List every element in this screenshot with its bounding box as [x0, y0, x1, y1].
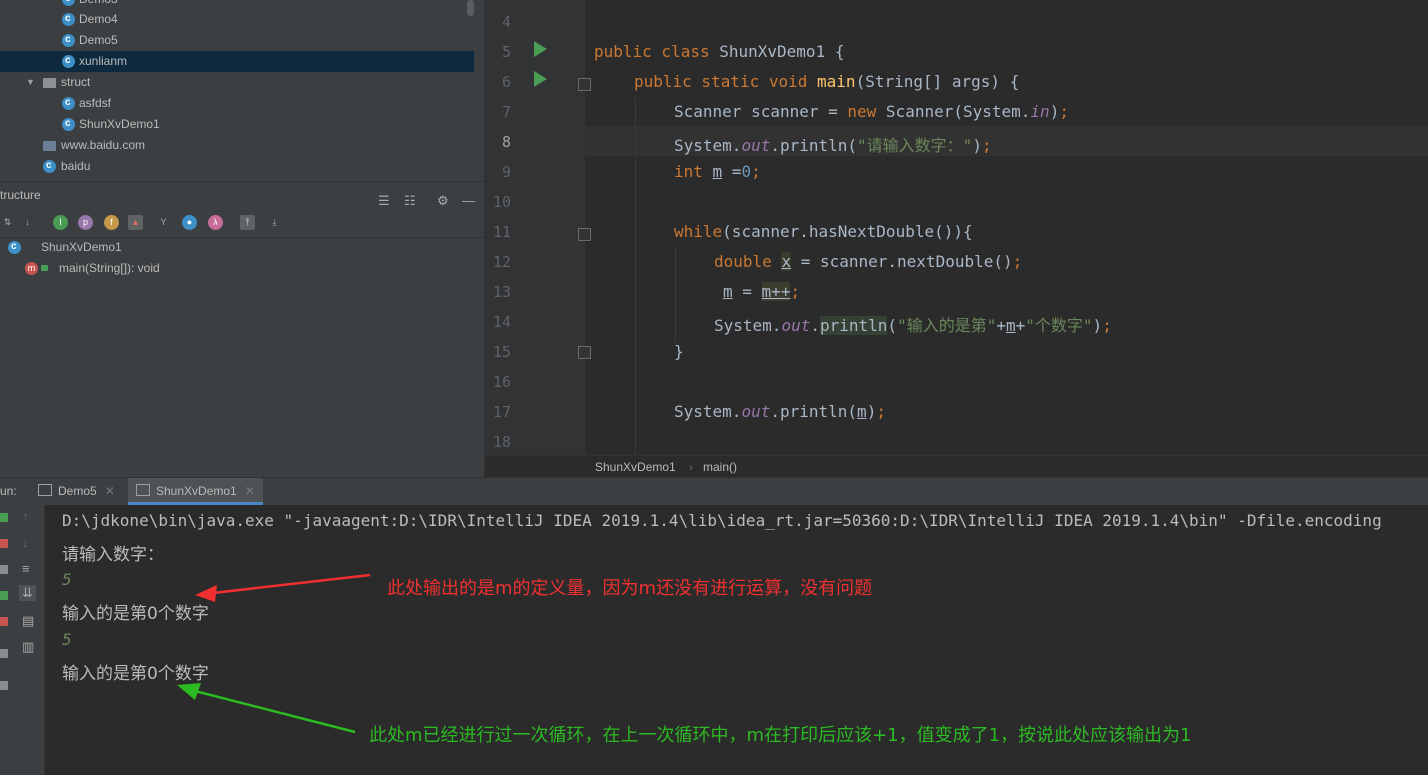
class-icon: [62, 8, 75, 29]
fold-marker-icon[interactable]: [578, 346, 591, 359]
structure-toolbar: ⇅ ↓ I p f ▲ Y ● λ ⤒ ⤓: [0, 209, 484, 238]
breadcrumb-method[interactable]: main(): [703, 456, 737, 478]
lambda-tree-icon[interactable]: Y: [156, 215, 171, 230]
scroll-to-end-icon[interactable]: ⇊: [19, 585, 36, 601]
properties-icon[interactable]: p: [78, 215, 93, 230]
print-icon[interactable]: ▤: [22, 613, 34, 629]
close-icon[interactable]: ✕: [105, 484, 115, 498]
red-arrow-line: [212, 573, 371, 595]
autoscroll-to-source-icon[interactable]: ⤒: [240, 215, 255, 230]
class-icon: [62, 50, 75, 71]
folder-icon: [43, 78, 56, 88]
tree-scrollbar[interactable]: [467, 0, 474, 16]
structure-item-method[interactable]: m main(String[]): void: [25, 258, 225, 279]
tree-item-folder[interactable]: ▼ struct: [0, 72, 474, 93]
code-line-5[interactable]: public class ShunXvDemo1 {: [594, 42, 844, 61]
indent-guide: [675, 247, 676, 343]
structure-panel: tructure ☰ ☷ ⚙ — ⇅ ↓ I p f ▲ Y ● λ ⤒ ⤓ S…: [0, 181, 484, 478]
class-icon: [62, 29, 75, 50]
run-main-icon[interactable]: [534, 71, 547, 87]
console-toolbar: ↑ ↓ ≡ ⇊ ▤ ▥: [13, 505, 45, 775]
breadcrumb-class[interactable]: ShunXvDemo1: [595, 456, 676, 478]
run-tab-bar: un: Demo5 ✕ ShunXvDemo1 ✕: [0, 477, 1428, 506]
camera-icon[interactable]: [0, 565, 8, 574]
code-line-13[interactable]: m = m++;: [723, 282, 800, 301]
anonymous-icon[interactable]: ●: [182, 215, 197, 230]
run-label: un:: [0, 484, 17, 498]
expand-arrow-icon[interactable]: ▼: [26, 72, 35, 93]
tree-item-selected[interactable]: xunlianm: [0, 50, 474, 72]
layout-icon[interactable]: [0, 649, 8, 658]
class-icon: [62, 113, 75, 134]
code-line-14[interactable]: System.out.println("输入的是第"+m+"个数字");: [714, 312, 1112, 336]
red-arrowhead: [195, 585, 217, 602]
pin-icon[interactable]: [0, 681, 8, 690]
autoscroll-from-source-icon[interactable]: ⤓: [267, 215, 282, 230]
inherited-icon[interactable]: I: [53, 215, 68, 230]
class-icon: [62, 0, 75, 9]
code-editor[interactable]: 4 5 6 7 8 9 10 11 12 13 14 15 16 17 18 p…: [484, 0, 1428, 478]
soft-wrap-icon[interactable]: ≡: [22, 561, 30, 576]
class-icon: [8, 236, 21, 257]
code-line-7[interactable]: Scanner scanner = new Scanner(System.in)…: [674, 102, 1069, 121]
down-arrow-icon[interactable]: ↓: [22, 535, 29, 550]
tree-item[interactable]: baidu: [0, 155, 474, 177]
class-icon: [43, 155, 56, 176]
console-output[interactable]: D:\jdkone\bin\java.exe "-javaagent:D:\ID…: [45, 505, 1428, 775]
sort-alpha-icon[interactable]: ↓: [20, 215, 35, 230]
red-annotation: 此处输出的是m的定义量，因为m还没有进行运算，没有问题: [387, 578, 873, 599]
run-class-icon[interactable]: [534, 41, 547, 57]
fields-icon[interactable]: f: [104, 215, 119, 230]
exit-icon[interactable]: [0, 617, 8, 626]
tab-demo5[interactable]: Demo5 ✕: [30, 478, 123, 505]
tree-item[interactable]: ShunXvDemo1: [0, 113, 474, 135]
breadcrumb: ShunXvDemo1 › main(): [485, 455, 1428, 478]
run-side-toolbar: [0, 505, 13, 775]
tree-item[interactable]: www.baidu.com: [0, 135, 474, 156]
code-line-12[interactable]: double x = scanner.nextDouble();: [714, 252, 1022, 271]
tree-item[interactable]: asfdsf: [0, 92, 474, 114]
console-icon: [136, 484, 150, 496]
breadcrumb-separator-icon: ›: [689, 460, 693, 474]
fold-marker-icon[interactable]: [578, 78, 591, 91]
stop-icon[interactable]: [0, 539, 8, 548]
code-line-17[interactable]: System.out.println(m);: [674, 402, 886, 421]
console-icon: [38, 484, 52, 496]
method-icon: m: [25, 262, 38, 275]
green-annotation: 此处m已经进行过一次循环，在上一次循环中，m在打印后应该+1，值变成了1，按说此…: [369, 725, 1192, 746]
structure-header: tructure ☰ ☷ ⚙ —: [0, 182, 484, 208]
tab-shunxvdemo1[interactable]: ShunXvDemo1 ✕: [128, 478, 263, 505]
tree-item[interactable]: Demo5: [0, 29, 474, 51]
tree-item[interactable]: Demo4: [0, 8, 474, 30]
code-line-9[interactable]: int m =0;: [674, 162, 761, 181]
code-line-15[interactable]: }: [674, 342, 684, 361]
restore-layout-icon[interactable]: [0, 591, 8, 600]
structure-title: tructure: [0, 188, 41, 202]
rerun-icon[interactable]: [0, 513, 8, 522]
code-line-6[interactable]: public static void main(String[] args) {: [634, 72, 1019, 91]
non-public-icon[interactable]: ▲: [128, 215, 143, 230]
editor-gutter: 4 5 6 7 8 9 10 11 12 13 14 15 16 17 18: [485, 0, 591, 455]
lambda-icon[interactable]: λ: [208, 215, 223, 230]
code-line-11[interactable]: while(scanner.hasNextDouble()){: [674, 222, 973, 241]
trash-icon[interactable]: ▥: [22, 639, 34, 655]
fold-marker-icon[interactable]: [578, 228, 591, 241]
up-arrow-icon[interactable]: ↑: [22, 509, 29, 524]
code-line-8[interactable]: System.out.println("请输入数字：");: [674, 132, 992, 156]
project-tree[interactable]: Demo3 Demo4 Demo5 xunlianm ▼ struct asfd…: [0, 0, 484, 181]
web-icon: [43, 141, 56, 151]
green-arrow-line: [194, 689, 356, 734]
public-lock-icon: [41, 265, 48, 271]
class-icon: [62, 92, 75, 113]
indent-guide: [635, 97, 636, 455]
green-arrowhead: [177, 683, 201, 700]
sort-visibility-icon[interactable]: ⇅: [0, 215, 15, 230]
close-icon[interactable]: ✕: [245, 484, 255, 498]
